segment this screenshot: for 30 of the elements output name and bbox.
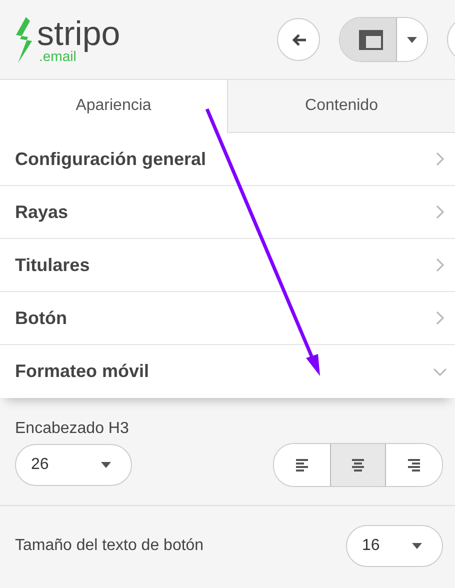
- section-title: Botón: [15, 308, 67, 328]
- align-center-icon: [352, 458, 364, 472]
- section-title: Rayas: [15, 202, 68, 222]
- logo-leaf-icon: [14, 14, 34, 64]
- accordion-item[interactable]: Botón: [0, 292, 455, 345]
- accordion-item[interactable]: Titulares: [0, 239, 455, 292]
- caret-icon: [412, 543, 422, 549]
- align-right-icon: [408, 458, 420, 472]
- accordion-item[interactable]: Configuración general: [0, 133, 455, 186]
- back-button[interactable]: [277, 18, 320, 61]
- section-title: Titulares: [15, 254, 90, 276]
- align-left-icon: [296, 458, 308, 472]
- section-title: Formateo móvil: [15, 361, 150, 382]
- field-label: Encabezado H3: [15, 420, 130, 438]
- layout-view-button[interactable]: [340, 18, 397, 61]
- accordion-item[interactable]: Rayas: [0, 186, 455, 239]
- layout-icon: [359, 30, 383, 50]
- font-size-select[interactable]: 16: [346, 525, 443, 567]
- logo-suffix: .email: [39, 48, 76, 62]
- caret-icon: [407, 36, 417, 42]
- font-size-select[interactable]: 26: [15, 444, 132, 486]
- arrow-left-icon: [290, 32, 306, 46]
- tab[interactable]: Contenido: [227, 80, 455, 133]
- section-title: Configuración general: [15, 148, 206, 170]
- field-label: Tamaño del texto de botón: [15, 537, 204, 555]
- tab[interactable]: Apariencia: [0, 80, 227, 133]
- logo-wordmark: stripo: [37, 16, 120, 50]
- accordion-item[interactable]: Formateo móvil: [0, 345, 455, 398]
- align-center-button[interactable]: [330, 444, 386, 486]
- caret-icon: [101, 462, 111, 468]
